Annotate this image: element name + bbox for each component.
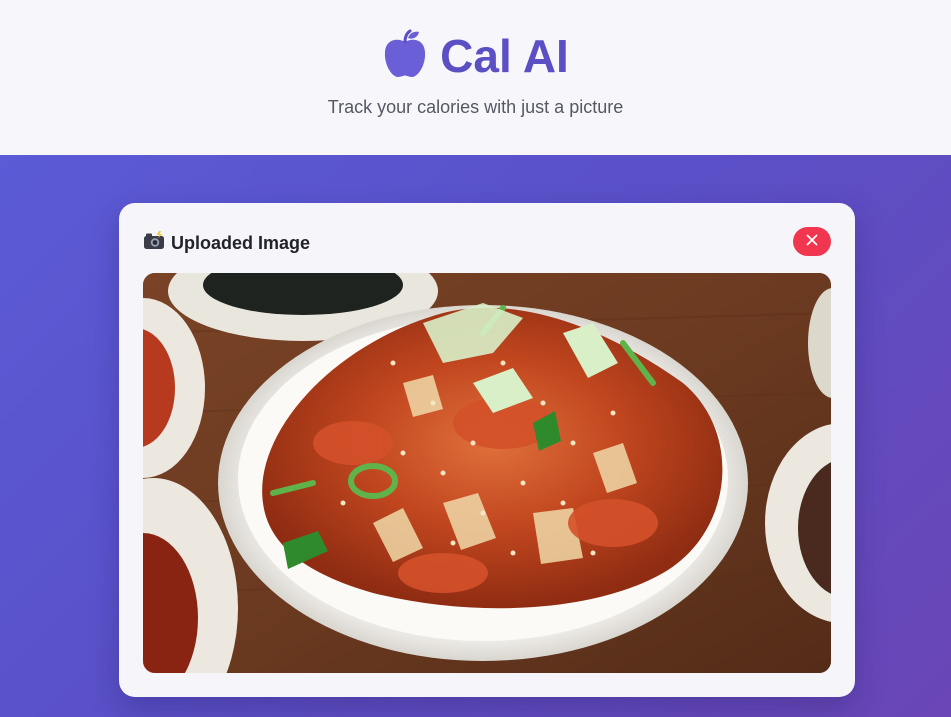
- main-area: Uploaded Image: [0, 155, 951, 717]
- close-button[interactable]: [793, 227, 831, 256]
- app-header: Cal AI Track your calories with just a p…: [0, 0, 951, 155]
- card-title: Uploaded Image: [143, 230, 311, 256]
- uploaded-food-photo: [143, 273, 831, 673]
- close-icon: [806, 233, 818, 251]
- brand: Cal AI: [0, 28, 951, 84]
- uploaded-image-card: Uploaded Image: [119, 203, 855, 697]
- tagline: Track your calories with just a picture: [327, 97, 624, 117]
- card-title-text: Uploaded Image: [171, 232, 311, 253]
- apple-icon: [382, 29, 428, 84]
- app-title: Cal AI: [440, 30, 569, 82]
- camera-flash-icon: [143, 230, 165, 256]
